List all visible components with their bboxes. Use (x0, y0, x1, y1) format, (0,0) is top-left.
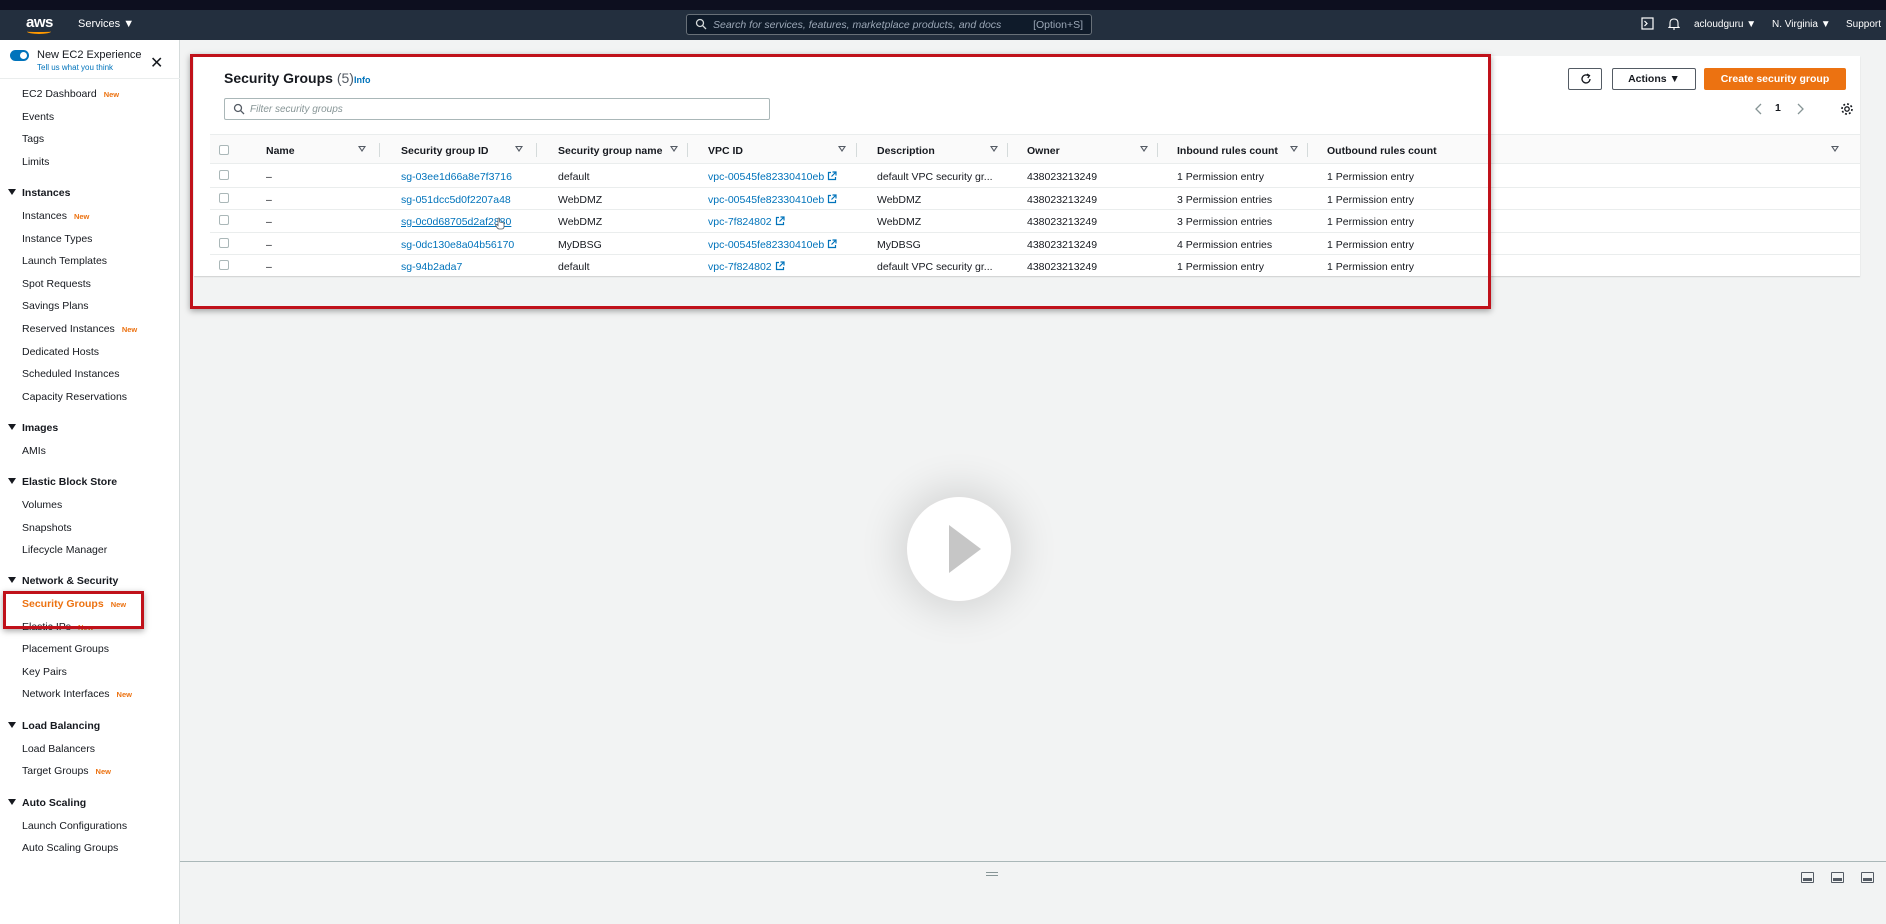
services-menu[interactable]: Services ▼ (78, 18, 134, 30)
sidebar-item-limits[interactable]: Limits (22, 156, 49, 168)
sidebar-item-amis[interactable]: AMIs (22, 445, 46, 457)
top-strip (0, 0, 1886, 10)
pagination: 1 (1754, 100, 1854, 120)
sidebar-item-network-interfaces[interactable]: Network Interfaces New (22, 688, 132, 700)
play-button[interactable] (907, 497, 1011, 601)
layout-bottom-icon[interactable] (1801, 872, 1814, 883)
page-number[interactable]: 1 (1775, 102, 1781, 114)
section-elastic-block-store[interactable]: Elastic Block Store (8, 476, 117, 488)
sidebar-item-scheduled-instances[interactable]: Scheduled Instances (22, 368, 119, 380)
refresh-button[interactable] (1568, 68, 1602, 90)
section-instances[interactable]: Instances (8, 187, 70, 199)
region-menu[interactable]: N. Virginia ▼ (1772, 19, 1831, 30)
highlight-box-table (190, 54, 1491, 309)
actions-button[interactable]: Actions ▼ (1612, 68, 1696, 90)
sidebar-item-spot-requests[interactable]: Spot Requests (22, 278, 91, 290)
chevron-right-icon[interactable] (1795, 103, 1805, 115)
experience-title: New EC2 Experience (37, 49, 142, 61)
highlight-box-security-groups (3, 591, 144, 629)
search-shortcut: [Option+S] (1033, 19, 1083, 31)
support-menu[interactable]: Support (1846, 19, 1881, 30)
toggle-switch[interactable] (10, 50, 29, 61)
sidebar-item-instances[interactable]: Instances New (22, 210, 89, 222)
cloudshell-icon[interactable] (1641, 17, 1654, 30)
sidebar-item-instance-types[interactable]: Instance Types (22, 233, 92, 245)
section-load-balancing[interactable]: Load Balancing (8, 720, 100, 732)
filter-icon[interactable] (1831, 146, 1839, 152)
sidebar-item-launch-templates[interactable]: Launch Templates (22, 255, 107, 267)
sidebar-item-events[interactable]: Events (22, 111, 54, 123)
sidebar-item-lifecycle-manager[interactable]: Lifecycle Manager (22, 544, 107, 556)
section-images[interactable]: Images (8, 422, 58, 434)
search-icon (695, 18, 707, 30)
sidebar-item-volumes[interactable]: Volumes (22, 499, 62, 511)
sidebar-item-ec2-dashboard[interactable]: EC2 Dashboard New (22, 88, 119, 100)
resize-handle[interactable] (986, 872, 998, 876)
sidebar-item-target-groups[interactable]: Target Groups New (22, 765, 111, 777)
sidebar-item-capacity-reservations[interactable]: Capacity Reservations (22, 391, 127, 403)
sidebar-item-savings-plans[interactable]: Savings Plans (22, 300, 89, 312)
sidebar-item-tags[interactable]: Tags (22, 133, 44, 145)
section-network-security[interactable]: Network & Security (8, 575, 118, 587)
sidebar-item-launch-configurations[interactable]: Launch Configurations (22, 820, 127, 832)
sidebar-item-key-pairs[interactable]: Key Pairs (22, 666, 67, 678)
sidebar-item-placement-groups[interactable]: Placement Groups (22, 643, 109, 655)
layout-full-icon[interactable] (1861, 872, 1874, 883)
feedback-link[interactable]: Tell us what you think (37, 63, 113, 72)
sidebar: New EC2 Experience Tell us what you thin… (0, 40, 180, 924)
bottom-split-panel (180, 861, 1886, 924)
global-search[interactable]: Search for services, features, marketpla… (686, 14, 1092, 35)
divider (0, 78, 180, 79)
sidebar-item-dedicated-hosts[interactable]: Dedicated Hosts (22, 346, 99, 358)
search-placeholder: Search for services, features, marketpla… (713, 19, 1002, 31)
chevron-left-icon[interactable] (1754, 103, 1764, 115)
layout-side-icon[interactable] (1831, 872, 1844, 883)
bell-icon[interactable] (1668, 17, 1680, 30)
close-icon[interactable]: ✕ (150, 53, 163, 73)
aws-logo[interactable]: aws (26, 14, 53, 34)
sidebar-item-load-balancers[interactable]: Load Balancers (22, 743, 95, 755)
sidebar-item-snapshots[interactable]: Snapshots (22, 522, 72, 534)
gear-icon[interactable] (1840, 102, 1854, 116)
top-nav: aws Services ▼ Search for services, feat… (0, 10, 1886, 40)
create-security-group-button[interactable]: Create security group (1704, 68, 1846, 90)
sidebar-item-reserved-instances[interactable]: Reserved Instances New (22, 323, 137, 335)
section-auto-scaling[interactable]: Auto Scaling (8, 797, 86, 809)
account-menu[interactable]: acloudguru ▼ (1694, 19, 1756, 30)
sidebar-item-auto-scaling-groups[interactable]: Auto Scaling Groups (22, 842, 118, 854)
refresh-icon (1581, 73, 1591, 84)
